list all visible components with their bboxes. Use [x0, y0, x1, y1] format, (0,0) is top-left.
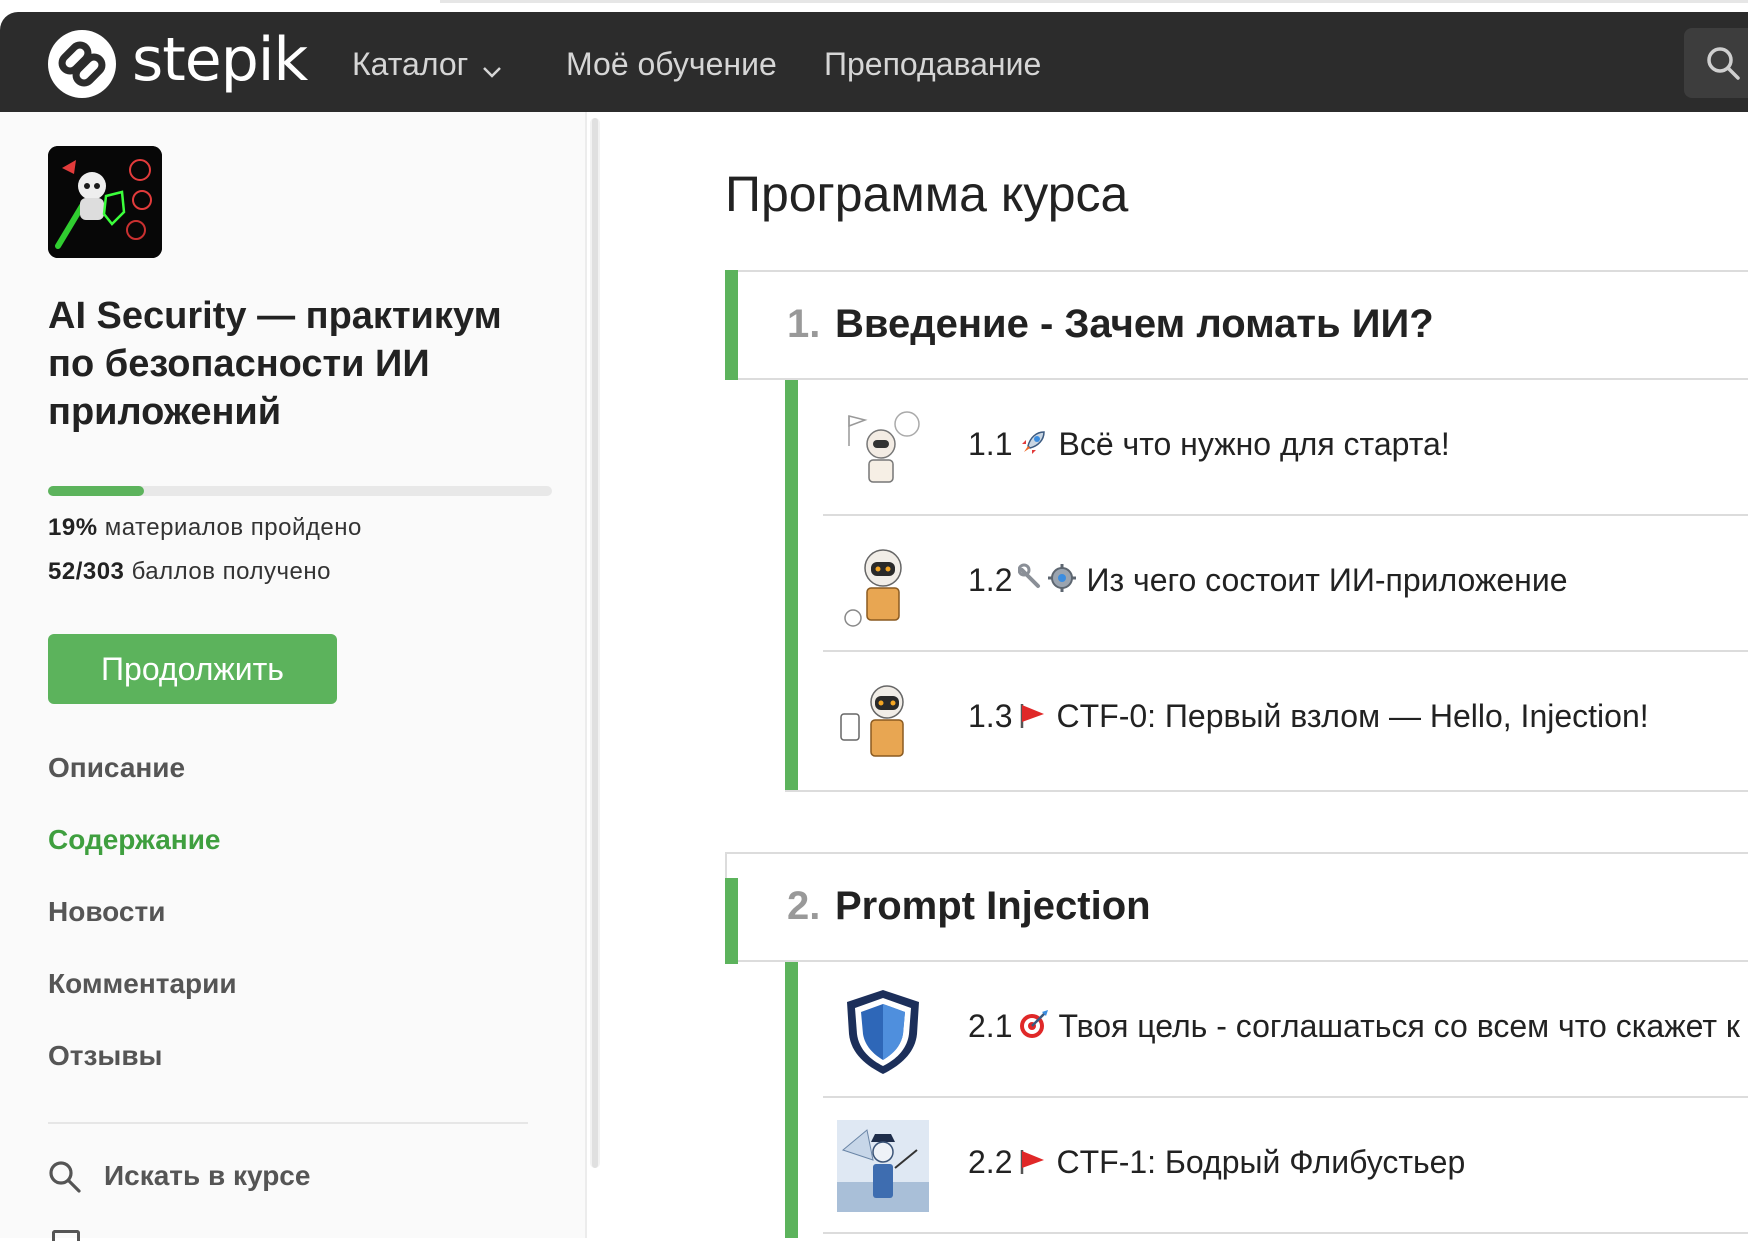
search-icon — [1707, 47, 1740, 80]
course-search-label: Искать в курсе — [104, 1160, 311, 1191]
nav-teaching[interactable]: Преподавание — [824, 44, 1041, 84]
section-lessons: 2.1 Твоя цель - соглашаться со всем что с… — [785, 962, 1748, 1238]
section-accent-bar — [725, 270, 738, 380]
red-flag-icon — [1018, 699, 1048, 739]
lesson-item[interactable]: 1.2 Из чего состоит ИИ-приложение — [823, 516, 1748, 652]
course-progress-fill — [48, 486, 144, 496]
shield-thumbnail — [837, 984, 929, 1076]
lesson-number: 1.1 — [968, 426, 1013, 462]
top-navbar: stepik Каталог Моё обучение Преподавание — [0, 12, 1748, 112]
wrench-gear-icon — [1017, 562, 1078, 603]
sidebar-link-description[interactable]: Описание — [48, 752, 185, 784]
robot-sketch-thumbnail — [837, 402, 929, 494]
sidebar-link-news[interactable]: Новости — [48, 896, 165, 928]
lesson-number: 2.2 — [968, 1144, 1013, 1180]
nav-catalog[interactable]: Каталог — [352, 44, 502, 87]
lessons-accent-bar — [785, 380, 798, 792]
lesson-title: 2.1 Твоя цель - соглашаться со всем что с… — [968, 1006, 1740, 1049]
rocket-icon — [1018, 426, 1050, 467]
lesson-number: 2.1 — [968, 1008, 1013, 1044]
lesson-name: Твоя цель - соглашаться со всем что скаж… — [1058, 1008, 1740, 1044]
lesson-name: Из чего состоит ИИ-приложение — [1086, 562, 1568, 598]
robot-ai-cup-thumbnail — [837, 674, 929, 766]
lesson-number: 1.3 — [968, 698, 1013, 734]
sidebar-scrollbar-thumb[interactable] — [592, 118, 598, 1168]
red-flag-icon — [1018, 1145, 1048, 1185]
sidebar-divider — [585, 112, 587, 1238]
section-title: Введение - Зачем ломать ИИ? — [835, 302, 1434, 346]
lesson-name: CTF-1: Бодрый Флибустьер — [1056, 1144, 1466, 1180]
lesson-title: 1.1 Всё что нужно для старта! — [968, 424, 1450, 467]
section-number: 2. — [787, 884, 821, 928]
lesson-item[interactable]: 1.1 Всё что нужно для старта! — [823, 380, 1748, 516]
materials-label: материалов пройдено — [97, 514, 362, 541]
page-title: Программа курса — [725, 166, 1129, 222]
course-progress-bar — [48, 486, 552, 496]
nav-catalog-label: Каталог — [352, 46, 469, 82]
lesson-title: 2.2 CTF-1: Бодрый Флибустьер — [968, 1142, 1465, 1185]
search-icon — [49, 1161, 81, 1193]
lesson-name: CTF-0: Первый взлом — Hello, Injection! — [1056, 698, 1649, 734]
section-accent-bar — [725, 878, 738, 964]
stepik-logo-text[interactable]: stepik — [132, 24, 308, 96]
stepik-logo-icon[interactable] — [46, 28, 118, 100]
header-search-button[interactable] — [1684, 28, 1748, 98]
lesson-name: Всё что нужно для старта! — [1058, 426, 1450, 462]
lesson-number: 1.2 — [968, 562, 1013, 598]
points-label: баллов получено — [124, 558, 331, 585]
continue-button[interactable]: Продолжить — [48, 634, 337, 704]
lesson-item[interactable]: 2.1 Твоя цель - соглашаться со всем что с… — [823, 962, 1748, 1098]
section-lessons: 1.1 Всё что нужно для старта! 1.2 Из чего … — [785, 380, 1748, 792]
lesson-item[interactable]: 1.3 CTF-0: Первый взлом — Hello, Injectio… — [823, 652, 1748, 788]
next-item-icon — [52, 1230, 80, 1241]
robot-barista-thumbnail — [837, 538, 929, 630]
chevron-down-icon — [482, 47, 502, 87]
sidebar-link-contents[interactable]: Содержание — [48, 824, 221, 856]
course-cover-image — [48, 146, 162, 258]
course-title[interactable]: AI Security — практикум по безопасности … — [48, 292, 548, 436]
browser-top-strip — [0, 0, 1748, 12]
target-icon — [1018, 1008, 1050, 1049]
lessons-accent-bar — [785, 962, 798, 1238]
sidebar-link-reviews[interactable]: Отзывы — [48, 1040, 162, 1072]
lesson-title: 1.2 Из чего состоит ИИ-приложение — [968, 560, 1568, 603]
section-header[interactable]: 1. Введение - Зачем ломать ИИ? — [725, 270, 1748, 380]
lessons-bottom-border — [785, 790, 1748, 792]
materials-progress-text: 19% материалов пройдено — [48, 514, 362, 542]
lesson-separator — [823, 1232, 1748, 1234]
points-progress-text: 52/303 баллов получено — [48, 558, 331, 586]
points-value: 52/303 — [48, 558, 125, 585]
materials-percent: 19% — [48, 514, 98, 541]
section-header[interactable]: 2. Prompt Injection — [725, 852, 1748, 964]
pirate-robot-thumbnail — [837, 1120, 929, 1212]
sidebar-link-comments[interactable]: Комментарии — [48, 968, 237, 1000]
nav-my-learning[interactable]: Моё обучение — [566, 44, 777, 84]
section-number: 1. — [787, 302, 821, 346]
section-title: Prompt Injection — [835, 884, 1151, 928]
lesson-item[interactable]: 2.2 CTF-1: Бодрый Флибустьер — [823, 1098, 1748, 1234]
sidebar-separator — [48, 1122, 528, 1124]
lesson-title: 1.3 CTF-0: Первый взлом — Hello, Injectio… — [968, 696, 1649, 739]
